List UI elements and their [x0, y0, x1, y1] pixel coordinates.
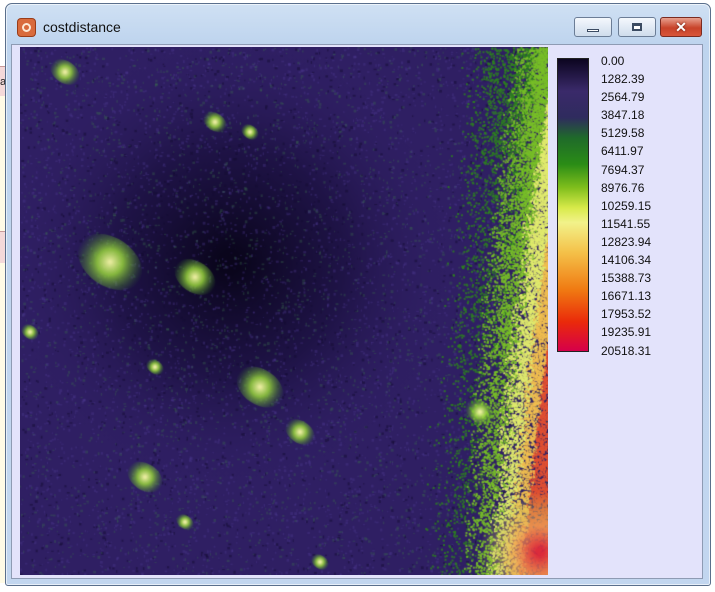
minimize-button[interactable] — [574, 17, 612, 37]
close-button[interactable]: ✕ — [660, 17, 702, 37]
legend-label: 6411.97 — [601, 144, 644, 159]
maximize-button[interactable] — [618, 17, 656, 37]
window-title: costdistance — [43, 19, 121, 35]
legend-label: 0.00 — [601, 54, 625, 68]
close-icon: ✕ — [675, 19, 687, 35]
legend-label: 1282.39 — [601, 72, 645, 87]
legend-label: 11541.55 — [601, 216, 651, 231]
legend-label: 7694.37 — [601, 162, 645, 177]
legend-color-ramp — [557, 58, 589, 352]
legend-label: 19235.91 — [601, 325, 652, 340]
legend-label: 20518.31 — [601, 343, 652, 358]
legend-label: 14106.34 — [601, 253, 652, 268]
legend-label: 10259.15 — [601, 198, 652, 213]
title-bar[interactable]: costdistance ✕ — [6, 4, 710, 44]
legend-label: 2564.79 — [601, 90, 645, 105]
legend-label: 5129.58 — [601, 126, 645, 141]
legend-label: 15388.73 — [601, 271, 652, 286]
legend-labels: 0.00 1282.39 2564.79 3847.18 5129.58 6411.97 7… — [601, 52, 651, 360]
cost-distance-raster[interactable] — [20, 47, 548, 575]
app-icon[interactable] — [18, 19, 35, 36]
maximize-icon — [632, 23, 642, 31]
legend-label: 17953.52 — [601, 307, 652, 322]
legend-label: 3847.18 — [601, 108, 645, 123]
legend-label: 12823.94 — [601, 234, 652, 249]
minimize-icon — [587, 28, 599, 32]
legend-label: 8976.76 — [601, 180, 645, 195]
legend-label: 16671.13 — [601, 289, 652, 304]
